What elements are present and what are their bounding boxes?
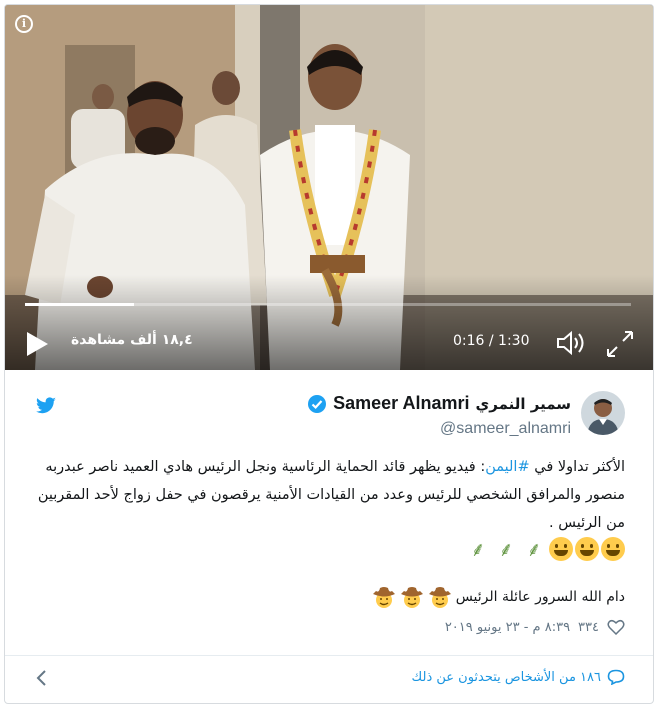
conversation-link[interactable]: ١٨٦ من الأشخاص يتحدثون عن ذلك: [412, 669, 625, 685]
tweet-author: Sameer Alnamri سمير النمري @sameer_alnam…: [5, 385, 653, 445]
divider: [5, 655, 653, 656]
volume-icon[interactable]: [555, 329, 587, 357]
tweet-closing-line: دام الله السرور عائلة الرئيس: [372, 585, 625, 609]
avatar[interactable]: [581, 391, 625, 435]
view-count: ١٨,٤ ألف مشاهدة: [71, 332, 193, 348]
tweet-text: الأكثر تداولا في #اليمن: فيديو يظهر قائد…: [35, 453, 625, 537]
tweet-text-intro: الأكثر تداولا في: [529, 459, 625, 475]
cowboy-face-icon: [372, 587, 395, 608]
verified-badge-icon: [308, 394, 327, 413]
tweet-closing-text: دام الله السرور عائلة الرئيس: [455, 589, 625, 605]
video-frame[interactable]: [5, 5, 653, 370]
tweet-card: i ١٨,٤ ألف مشاهدة 0:16 / 1:30 Sameer Aln…: [4, 4, 654, 704]
cowboy-face-icon: [428, 587, 451, 608]
author-name-row[interactable]: Sameer Alnamri سمير النمري: [307, 393, 571, 414]
video-progress-fill: [25, 303, 135, 306]
grinning-face-icon: [601, 537, 625, 561]
video-player[interactable]: i ١٨,٤ ألف مشاهدة 0:16 / 1:30: [5, 5, 653, 370]
like-count[interactable]: ٣٣٤: [578, 620, 599, 635]
chevron-left-icon[interactable]: [35, 669, 49, 687]
author-name-arabic[interactable]: سمير النمري: [475, 395, 571, 413]
grinning-face-icon: [575, 537, 599, 561]
twitter-bird-icon[interactable]: [35, 397, 57, 415]
info-icon[interactable]: i: [15, 15, 33, 33]
author-handle[interactable]: @sameer_alnamri: [440, 420, 571, 438]
grinning-face-icon: [549, 537, 573, 561]
herb-icon: ⸙: [526, 537, 542, 561]
herb-icon: ⸙: [470, 537, 486, 561]
tweet-emoji-row: ⸙ ⸙ ⸙: [465, 535, 625, 563]
tweet-timestamp[interactable]: ٨:٣٩ م - ٢٣ يونيو ٢٠١٩: [445, 620, 570, 635]
video-progress-bar[interactable]: [25, 303, 631, 306]
tweet-meta: ٣٣٤ ٨:٣٩ م - ٢٣ يونيو ٢٠١٩: [445, 619, 625, 635]
cowboy-face-icon: [400, 587, 423, 608]
speech-bubble-icon: [607, 669, 625, 685]
conversation-count-text[interactable]: ١٨٦ من الأشخاص يتحدثون عن ذلك: [412, 670, 601, 685]
video-time: 0:16 / 1:30: [453, 333, 530, 349]
herb-icon: ⸙: [498, 537, 514, 561]
author-name-english[interactable]: Sameer Alnamri: [333, 393, 469, 414]
fullscreen-icon[interactable]: [605, 329, 635, 359]
hashtag-link[interactable]: #اليمن: [485, 459, 529, 475]
heart-icon[interactable]: [607, 619, 625, 635]
play-icon[interactable]: [25, 331, 49, 357]
